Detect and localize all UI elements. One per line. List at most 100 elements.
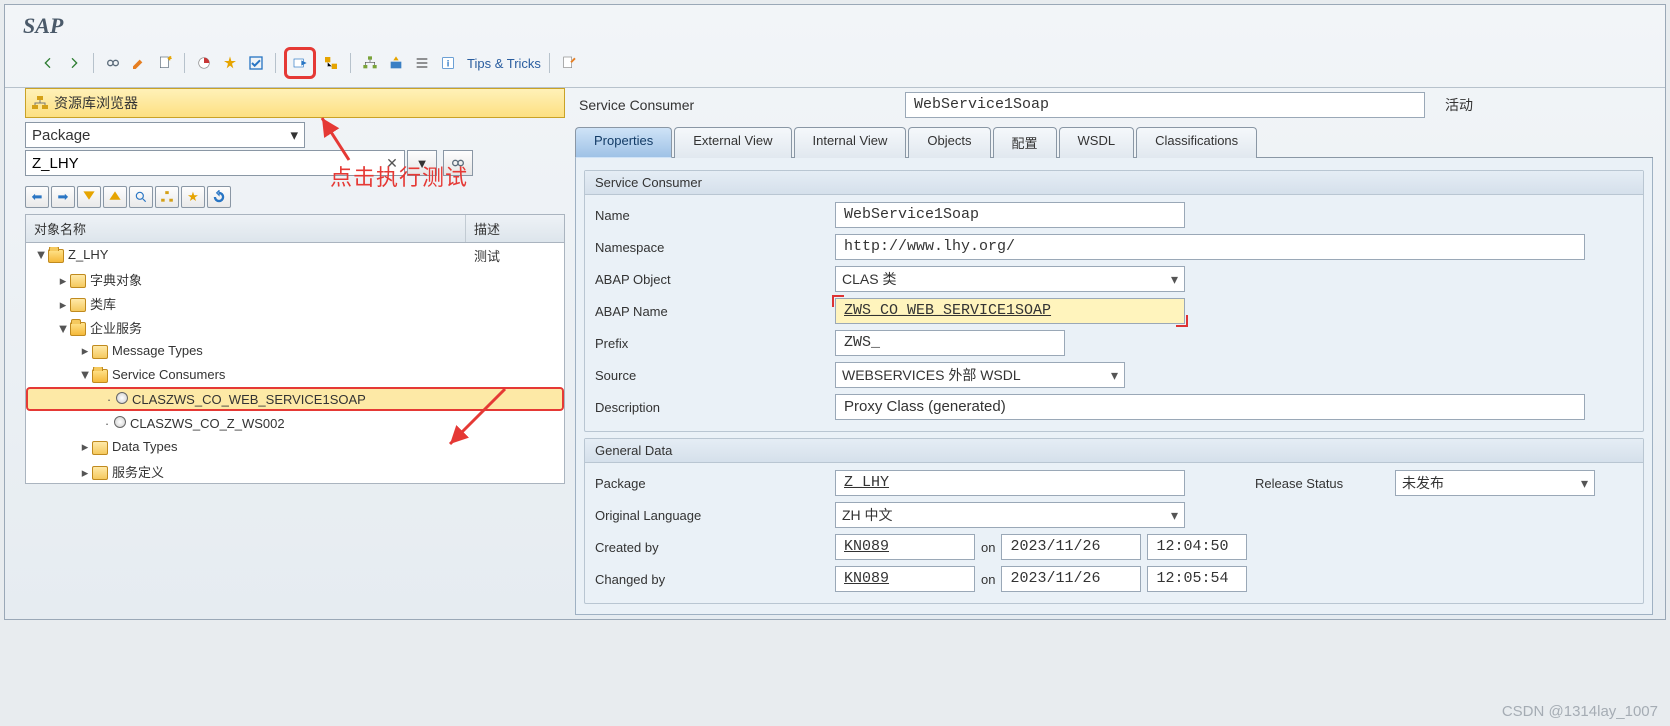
expander-icon[interactable]: ▸ bbox=[78, 343, 92, 359]
list-icon[interactable] bbox=[411, 52, 433, 74]
check-icon[interactable] bbox=[245, 52, 267, 74]
repository-browser-header: 资源库浏览器 bbox=[25, 88, 565, 118]
tree-row[interactable]: ▸ 类库 bbox=[26, 291, 564, 315]
folder-closed-icon bbox=[92, 466, 108, 480]
tree-label: 字典对象 bbox=[90, 273, 142, 288]
tree-row[interactable]: ▼Z_LHY测试 bbox=[26, 243, 564, 267]
forward-icon[interactable] bbox=[63, 52, 85, 74]
activate-icon[interactable] bbox=[219, 52, 241, 74]
tab-classifications[interactable]: Classifications bbox=[1136, 127, 1257, 158]
glasses-icon[interactable] bbox=[102, 52, 124, 74]
folder-closed-icon bbox=[92, 441, 108, 455]
expander-icon[interactable]: ▼ bbox=[56, 321, 70, 336]
expander-icon[interactable]: ▸ bbox=[78, 439, 92, 455]
abap-object-label: ABAP Object bbox=[595, 272, 835, 287]
changed-by-field[interactable]: KN089 bbox=[835, 566, 975, 592]
object-name-display: WebService1Soap bbox=[905, 92, 1425, 118]
object-icon bbox=[116, 392, 128, 404]
properties-panel: Service Consumer NameWebService1Soap Nam… bbox=[575, 158, 1653, 615]
watermark: CSDN @1314lay_1007 bbox=[1502, 703, 1658, 720]
orig-lang-select[interactable]: ZH 中文▾ bbox=[835, 502, 1185, 528]
favorite-icon[interactable]: ★ bbox=[181, 186, 205, 208]
tree-label: Service Consumers bbox=[112, 367, 225, 382]
group-title-gd: General Data bbox=[585, 439, 1643, 463]
tab-objects[interactable]: Objects bbox=[908, 127, 990, 158]
new-icon[interactable] bbox=[154, 52, 176, 74]
repository-browser-title: 资源库浏览器 bbox=[54, 93, 138, 113]
info-icon[interactable]: i bbox=[437, 52, 459, 74]
expander-icon[interactable]: · bbox=[100, 416, 114, 431]
created-time-field: 12:04:50 bbox=[1147, 534, 1247, 560]
execute-highlight bbox=[284, 47, 316, 79]
expander-icon[interactable]: ▸ bbox=[56, 297, 70, 313]
tree-label: Message Types bbox=[112, 343, 203, 358]
on-label: on bbox=[981, 540, 995, 555]
tree-label: 服务定义 bbox=[112, 465, 164, 480]
object-type-label: Service Consumer bbox=[575, 97, 895, 113]
chevron-down-icon: ▾ bbox=[1581, 475, 1588, 492]
refresh-icon[interactable] bbox=[207, 186, 231, 208]
collapse-icon[interactable] bbox=[103, 186, 127, 208]
edit-note-icon[interactable] bbox=[558, 52, 580, 74]
tips-link[interactable]: Tips & Tricks bbox=[467, 56, 541, 71]
tree-row[interactable]: ▸ 字典对象 bbox=[26, 267, 564, 291]
tree-label: 类库 bbox=[90, 297, 116, 312]
folder-open-icon bbox=[70, 322, 86, 336]
nav-back-icon[interactable]: ⬅ bbox=[25, 186, 49, 208]
chevron-down-icon: ▾ bbox=[290, 126, 298, 144]
where-used-icon[interactable] bbox=[320, 52, 342, 74]
folder-closed-icon bbox=[70, 298, 86, 312]
expander-icon[interactable]: ▸ bbox=[78, 465, 92, 481]
abap-name-field[interactable]: ZWS_CO_WEB_SERVICE1SOAP bbox=[835, 298, 1185, 324]
expander-icon[interactable]: ▼ bbox=[78, 367, 92, 382]
tree-row[interactable]: ▼ 企业服务 bbox=[26, 315, 564, 339]
folder-open-icon bbox=[92, 369, 108, 383]
tree-toolbar: ⬅ ➡ ★ bbox=[25, 186, 565, 208]
tab-配置[interactable]: 配置 bbox=[993, 127, 1057, 158]
expander-icon[interactable]: ▼ bbox=[34, 247, 48, 262]
abap-object-select[interactable]: CLAS 类▾ bbox=[835, 266, 1185, 292]
abap-name-label: ABAP Name bbox=[595, 304, 835, 319]
folder-open-icon bbox=[48, 249, 64, 263]
source-select[interactable]: WEBSERVICES 外部 WSDL▾ bbox=[835, 362, 1125, 388]
expander-icon[interactable]: ▸ bbox=[56, 273, 70, 289]
object-type-select[interactable]: Package▾ bbox=[25, 122, 305, 148]
find-icon[interactable] bbox=[129, 186, 153, 208]
tree-row[interactable]: ▸ Message Types bbox=[26, 339, 564, 363]
annotation-arrow-toolbar bbox=[314, 112, 354, 162]
changed-by-label: Changed by bbox=[595, 572, 835, 587]
prefix-field[interactable]: ZWS_ bbox=[835, 330, 1065, 356]
tab-properties[interactable]: Properties bbox=[575, 127, 672, 158]
chevron-down-icon: ▾ bbox=[1111, 367, 1118, 384]
pencil-icon[interactable] bbox=[128, 52, 150, 74]
tree-label: 企业服务 bbox=[90, 321, 142, 336]
pie-icon[interactable] bbox=[193, 52, 215, 74]
name-field: WebService1Soap bbox=[835, 202, 1185, 228]
hierarchy-tool-icon[interactable] bbox=[155, 186, 179, 208]
chevron-down-icon: ▾ bbox=[1171, 507, 1178, 524]
expander-icon[interactable]: · bbox=[102, 392, 116, 407]
package-field[interactable]: Z_LHY bbox=[835, 470, 1185, 496]
hierarchy-icon[interactable] bbox=[359, 52, 381, 74]
execute-icon[interactable] bbox=[289, 52, 311, 74]
prefix-label: Prefix bbox=[595, 336, 835, 351]
tab-external-view[interactable]: External View bbox=[674, 127, 791, 158]
column-description[interactable]: 描述 bbox=[466, 215, 564, 242]
back-icon[interactable] bbox=[37, 52, 59, 74]
created-by-field[interactable]: KN089 bbox=[835, 534, 975, 560]
source-label: Source bbox=[595, 368, 835, 383]
annotation-arrow-tree bbox=[440, 384, 510, 454]
changed-date-field: 2023/11/26 bbox=[1001, 566, 1141, 592]
tree-desc: 测试 bbox=[466, 246, 564, 265]
release-status-select[interactable]: 未发布▾ bbox=[1395, 470, 1595, 496]
tree-row[interactable]: ▸ 服务定义 bbox=[26, 459, 564, 483]
on-label-2: on bbox=[981, 572, 995, 587]
regenerate-icon[interactable] bbox=[385, 52, 407, 74]
tab-wsdl[interactable]: WSDL bbox=[1059, 127, 1135, 158]
column-object-name[interactable]: 对象名称 bbox=[26, 215, 466, 242]
svg-text:i: i bbox=[447, 58, 450, 68]
description-field[interactable]: Proxy Class (generated) bbox=[835, 394, 1585, 420]
nav-fwd-icon[interactable]: ➡ bbox=[51, 186, 75, 208]
tab-internal-view[interactable]: Internal View bbox=[794, 127, 907, 158]
expand-icon[interactable] bbox=[77, 186, 101, 208]
